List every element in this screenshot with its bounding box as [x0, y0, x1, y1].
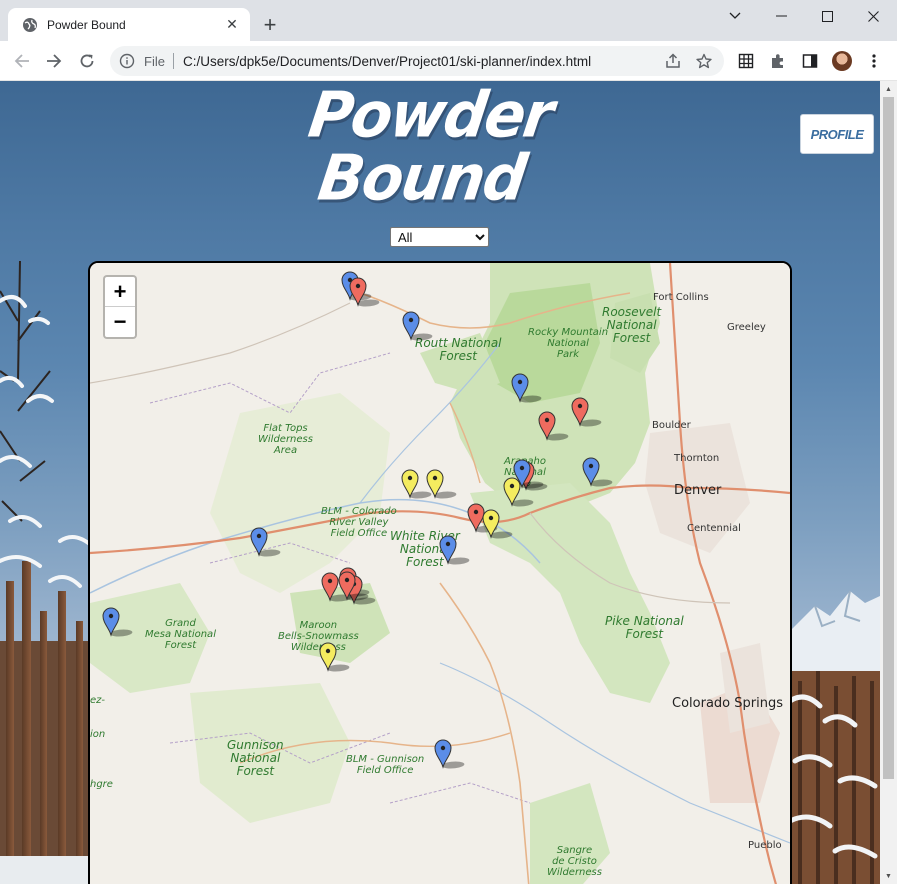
- scroll-thumb[interactable]: [883, 97, 894, 779]
- map-label-fort-collins: Fort Collins: [653, 292, 709, 303]
- map-marker-blue[interactable]: [102, 606, 133, 637]
- close-tab-icon[interactable]: ✕: [224, 16, 240, 33]
- browser-toolbar: File C:/Users/dpk5e/Documents/Denver/Pro…: [0, 41, 897, 81]
- globe-icon: [22, 17, 38, 33]
- profile-button[interactable]: PROFILE: [800, 114, 874, 154]
- map-label-pike: Pike National Forest: [605, 614, 684, 642]
- map-label-boulder: Boulder: [652, 420, 691, 431]
- kebab-menu-icon[interactable]: [863, 50, 885, 72]
- ski-resort-map[interactable]: Routt National Forest Rocky Mountain Nat…: [88, 261, 792, 884]
- forward-arrow-icon[interactable]: [42, 49, 66, 73]
- site-title: Powder Bound: [304, 81, 557, 216]
- tab-strip: Powder Bound ✕ +: [0, 0, 897, 41]
- map-marker-red[interactable]: [349, 276, 380, 307]
- snowy-trees-left-image: [0, 261, 100, 884]
- map-marker-red[interactable]: [538, 410, 569, 441]
- info-icon[interactable]: [119, 53, 135, 69]
- zoom-in-button[interactable]: +: [105, 277, 135, 307]
- url-text[interactable]: C:/Users/dpk5e/Documents/Denver/Project0…: [183, 54, 662, 69]
- map-marker-blue[interactable]: [434, 738, 465, 769]
- map-label-rocky-mountain: Rocky Mountain National Park: [528, 327, 609, 360]
- browser-tab[interactable]: Powder Bound ✕: [8, 8, 250, 41]
- map-label-sangre-de-cristo: Sangre de Cristo Wilderness: [547, 845, 602, 878]
- url-scheme-label: File: [144, 53, 165, 69]
- map-marker-yellow[interactable]: [401, 468, 432, 499]
- map-marker-red[interactable]: [321, 571, 352, 602]
- map-label-flat-tops: Flat Tops Wilderness Area: [258, 423, 313, 456]
- scroll-up-arrow-icon[interactable]: ▲: [880, 82, 897, 96]
- map-label-gunnison: Gunnison National Forest: [227, 738, 284, 779]
- page-viewport: Powder Bound PROFILE All Routt National …: [0, 81, 880, 884]
- reload-icon[interactable]: [75, 49, 99, 73]
- map-label-edge-3: hgre: [90, 779, 113, 790]
- minimize-button[interactable]: [758, 0, 804, 32]
- zoom-control: + −: [103, 275, 137, 339]
- scroll-down-arrow-icon[interactable]: ▼: [880, 869, 897, 883]
- map-label-centennial: Centennial: [687, 523, 741, 534]
- share-icon[interactable]: [662, 50, 684, 72]
- map-marker-blue[interactable]: [582, 456, 613, 487]
- map-label-blm-colorado: BLM - Colorado River Valley Field Office: [321, 506, 397, 539]
- map-marker-blue[interactable]: [250, 526, 281, 557]
- map-marker-red[interactable]: [338, 570, 369, 601]
- back-arrow-icon[interactable]: [10, 49, 34, 73]
- map-marker-yellow[interactable]: [482, 508, 513, 539]
- map-marker-blue[interactable]: [402, 310, 433, 341]
- tab-search-chevron-icon[interactable]: [712, 0, 758, 32]
- map-marker-yellow[interactable]: [319, 641, 350, 672]
- profile-avatar[interactable]: [832, 51, 852, 71]
- tab-title: Powder Bound: [47, 17, 126, 32]
- map-label-edge-1: ez-: [90, 695, 106, 706]
- divider: [172, 53, 174, 69]
- map-label-greeley: Greeley: [727, 322, 766, 333]
- bookmark-star-icon[interactable]: [693, 50, 715, 72]
- address-bar[interactable]: File C:/Users/dpk5e/Documents/Denver/Pro…: [110, 46, 724, 76]
- map-label-roosevelt: Roosevelt National Forest: [602, 305, 662, 346]
- new-tab-button[interactable]: +: [258, 13, 282, 37]
- map-label-blm-gunnison: BLM - Gunnison Field Office: [346, 754, 425, 776]
- map-label-edge-2: ion: [90, 729, 106, 740]
- map-marker-yellow[interactable]: [426, 468, 457, 499]
- map-marker-blue[interactable]: [439, 534, 470, 565]
- page-scrollbar[interactable]: ▲ ▼: [880, 81, 897, 884]
- map-marker-yellow[interactable]: [503, 476, 534, 507]
- grid-extension-icon[interactable]: [735, 50, 757, 72]
- maximize-button[interactable]: [804, 0, 850, 32]
- puzzle-extensions-icon[interactable]: [767, 50, 789, 72]
- map-label-thornton: Thornton: [674, 453, 720, 464]
- zoom-out-button[interactable]: −: [105, 307, 135, 337]
- map-marker-blue[interactable]: [511, 372, 542, 403]
- map-label-grand-mesa: Grand Mesa National Forest: [145, 618, 216, 651]
- map-label-colorado-springs: Colorado Springs: [672, 696, 783, 711]
- snowy-mountain-right-image: [790, 590, 880, 884]
- map-label-denver: Denver: [674, 483, 722, 498]
- resort-filter-select[interactable]: All: [390, 227, 489, 247]
- side-panel-icon[interactable]: [799, 50, 821, 72]
- close-window-button[interactable]: [850, 0, 896, 32]
- map-label-pueblo: Pueblo: [748, 840, 782, 851]
